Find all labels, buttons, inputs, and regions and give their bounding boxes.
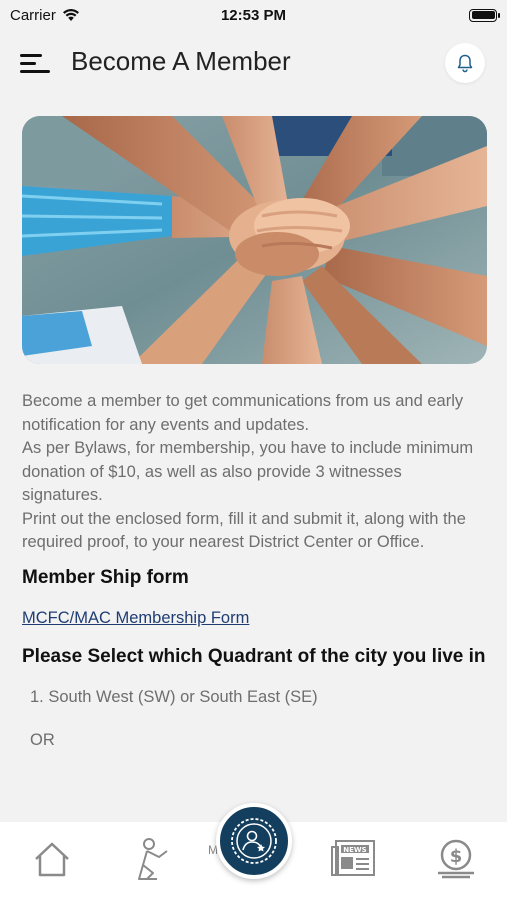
pray-icon	[138, 838, 168, 880]
tab-donate[interactable]: $	[431, 834, 481, 884]
status-left: Carrier	[10, 7, 80, 24]
status-bar: Carrier 12:53 PM	[0, 0, 507, 30]
wifi-icon	[62, 8, 79, 21]
membership-form-heading: Member Ship form	[22, 566, 189, 588]
home-icon	[35, 842, 69, 877]
intro-paragraph-2: As per Bylaws, for membership, you have …	[22, 439, 474, 504]
membership-form-link[interactable]: MCFC/MAC Membership Form	[22, 609, 249, 627]
donate-icon: $	[438, 839, 474, 879]
quadrant-option-1[interactable]: 1. South West (SW) or South East (SE)	[22, 686, 487, 710]
battery-icon	[469, 8, 500, 22]
member-badge-icon	[231, 818, 277, 864]
page-title: Become A Member	[71, 46, 291, 76]
hamburger-menu-icon[interactable]	[20, 48, 52, 78]
header: Become A Member	[0, 40, 507, 88]
content: Become a member to get communications fr…	[22, 390, 487, 753]
carrier-label: Carrier	[10, 6, 56, 24]
tab-prayer[interactable]	[128, 834, 178, 884]
svg-text:NEWS: NEWS	[343, 846, 366, 854]
bell-icon	[457, 54, 473, 73]
tab-news[interactable]: NEWS	[330, 834, 380, 884]
notification-button[interactable]	[445, 43, 485, 83]
tab-home[interactable]	[27, 834, 77, 884]
svg-text:$: $	[450, 846, 463, 867]
intro-paragraph-1: Become a member to get communications fr…	[22, 392, 464, 434]
quadrant-heading: Please Select which Quadrant of the city…	[22, 645, 486, 667]
intro-paragraph-3: Print out the enclosed form, fill it and…	[22, 509, 466, 552]
hero-image	[22, 116, 487, 364]
news-icon: NEWS	[331, 840, 375, 876]
quadrant-or-label: OR	[30, 731, 55, 749]
member-center-button[interactable]	[216, 803, 292, 879]
